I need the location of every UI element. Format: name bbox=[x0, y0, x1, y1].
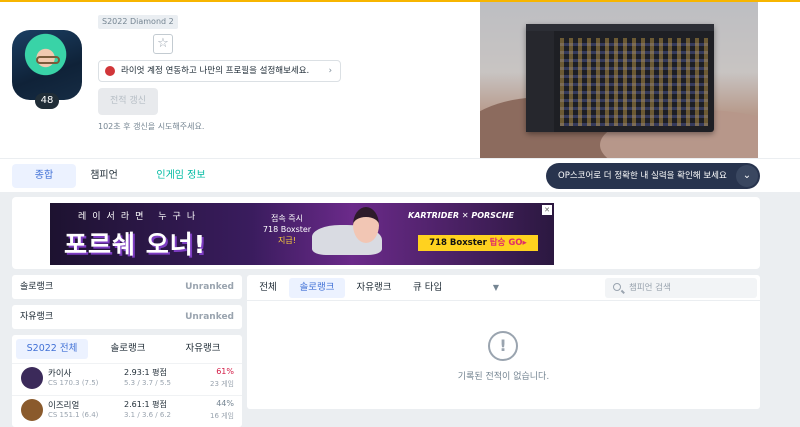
ad-character-image bbox=[353, 207, 379, 243]
ad-container: 레이서라면 누구나 포르쉐 오너! 접속 즉시 718 Boxster 지급! … bbox=[12, 197, 760, 269]
kartrider-porsche-ad[interactable]: 레이서라면 누구나 포르쉐 오너! 접속 즉시 718 Boxster 지급! … bbox=[50, 203, 554, 265]
empty-state-text: 기록된 전적이 없습니다. bbox=[457, 372, 550, 382]
ad-tagline: 레이서라면 누구나 bbox=[78, 212, 202, 222]
champ-tab-flex[interactable]: 자유랭크 bbox=[172, 339, 234, 359]
champion-name: 카이사 bbox=[48, 369, 72, 379]
match-tab-all[interactable]: 전체 bbox=[253, 278, 283, 298]
ad-cta-accent: 탑승 GO▸ bbox=[489, 238, 527, 248]
champion-row[interactable]: 카이사 CS 170.3 (7.5) 2.93:1 평점 5.3 / 3.7 /… bbox=[12, 363, 242, 391]
riot-link-text: 라이엇 계정 연동하고 나만의 프로필을 설정해보세요. bbox=[121, 66, 310, 76]
champion-cs: CS 151.1 (6.4) bbox=[48, 411, 99, 419]
champion-winrate: 61% bbox=[216, 367, 234, 376]
champion-row[interactable]: 이즈리얼 CS 151.1 (6.4) 2.61:1 평점 3.1 / 3.6 … bbox=[12, 395, 242, 423]
window-content bbox=[560, 38, 708, 126]
renew-cooldown-note: 102초 후 갱신을 시도해주세요. bbox=[98, 122, 205, 131]
level-badge: 48 bbox=[35, 93, 59, 109]
app-window-preview bbox=[526, 24, 714, 132]
rank-label: 솔로랭크 bbox=[20, 282, 54, 292]
champion-kda-detail: 5.3 / 3.7 / 5.5 bbox=[124, 379, 172, 387]
champion-portrait bbox=[21, 367, 43, 389]
champion-cs: CS 170.3 (7.5) bbox=[48, 379, 99, 387]
champion-kda: 2.93:1 평점 bbox=[124, 368, 167, 377]
tab-champions[interactable]: 챔피언 bbox=[80, 164, 128, 188]
champion-search-input[interactable]: 챔피언 검색 bbox=[605, 278, 757, 298]
rank-value: Unranked bbox=[185, 312, 234, 322]
ad-cta-button[interactable]: 718 Boxster 탑승 GO▸ bbox=[418, 235, 538, 251]
champion-games: 16 게임 bbox=[209, 412, 234, 420]
info-icon: ! bbox=[488, 331, 518, 361]
rank-value: Unranked bbox=[185, 282, 234, 292]
chevron-right-icon: › bbox=[328, 66, 332, 76]
op-banner-text: OP스코어로 더 정확한 내 실력을 확인해 보세요 bbox=[558, 171, 727, 181]
ad-headline: 포르쉐 오너! bbox=[64, 230, 207, 259]
match-filter-tabs: 전체 솔로랭크 자유랭크 큐 타입 ▼ 챔피언 검색 bbox=[247, 275, 760, 301]
ad-brand-logos: KARTRIDER ✕ PORSCHE bbox=[408, 211, 514, 220]
champion-winrate: 44% bbox=[216, 399, 234, 408]
profile-tabs: 종합 챔피언 인게임 정보 OP스코어로 더 정확한 내 실력을 확인해 보세요… bbox=[0, 158, 800, 192]
profile-icon bbox=[12, 30, 82, 100]
rank-label: 자유랭크 bbox=[20, 312, 54, 322]
renew-button[interactable]: 전적 갱신 bbox=[98, 88, 158, 115]
ad-offer-line2: 718 Boxster bbox=[262, 225, 312, 234]
champion-name: 이즈리얼 bbox=[48, 401, 80, 411]
riot-account-link[interactable]: 라이엇 계정 연동하고 나만의 프로필을 설정해보세요. › bbox=[98, 60, 341, 82]
avatar-glasses bbox=[36, 56, 60, 64]
match-tab-solo[interactable]: 솔로랭크 bbox=[289, 278, 345, 298]
search-placeholder: 챔피언 검색 bbox=[629, 283, 671, 293]
queue-type-dropdown[interactable]: 큐 타입 ▼ bbox=[407, 278, 503, 298]
op-score-banner[interactable]: OP스코어로 더 정확한 내 실력을 확인해 보세요 ⌄ bbox=[546, 163, 760, 189]
champion-kda: 2.61:1 평점 bbox=[124, 400, 167, 409]
ad-close-icon[interactable]: ✕ bbox=[542, 205, 552, 215]
ad-offer-line3: 지급! bbox=[278, 236, 296, 245]
dropdown-caret-icon: ▼ bbox=[492, 283, 499, 292]
tab-ingame-info[interactable]: 인게임 정보 bbox=[148, 164, 214, 188]
search-icon bbox=[613, 283, 621, 291]
favorite-star-icon[interactable]: ☆ bbox=[153, 34, 173, 54]
flex-rank-card: 자유랭크 Unranked bbox=[12, 305, 242, 329]
ad-offer: 접속 즉시 718 Boxster 지급! bbox=[262, 213, 312, 246]
season-tier-badge[interactable]: S2022 Diamond 2 bbox=[98, 15, 178, 29]
champion-games: 23 게임 bbox=[209, 380, 234, 388]
champion-kda-detail: 3.1 / 3.6 / 6.2 bbox=[124, 411, 172, 419]
solo-rank-card: 솔로랭크 Unranked bbox=[12, 275, 242, 299]
champion-portrait bbox=[21, 399, 43, 421]
chevron-down-icon[interactable]: ⌄ bbox=[736, 165, 758, 187]
tab-overview[interactable]: 종합 bbox=[12, 164, 76, 188]
ad-offer-line1: 접속 즉시 bbox=[271, 214, 303, 223]
match-history-panel: 전체 솔로랭크 자유랭크 큐 타입 ▼ 챔피언 검색 ! 기록된 전적이 없습니… bbox=[247, 275, 760, 409]
riot-logo-icon bbox=[105, 66, 115, 76]
ad-cta-main: 718 Boxster bbox=[429, 238, 487, 248]
champ-tab-season-all[interactable]: S2022 전체 bbox=[16, 339, 88, 359]
window-sidebar bbox=[526, 31, 554, 132]
window-titlebar bbox=[526, 24, 714, 31]
promo-video-thumbnail[interactable] bbox=[480, 2, 758, 158]
champion-stats-panel: S2022 전체 솔로랭크 자유랭크 카이사 CS 170.3 (7.5) 2.… bbox=[12, 335, 242, 427]
match-tab-flex[interactable]: 자유랭크 bbox=[351, 278, 397, 298]
queue-type-label: 큐 타입 bbox=[413, 282, 443, 293]
champ-tab-solo[interactable]: 솔로랭크 bbox=[96, 339, 160, 359]
